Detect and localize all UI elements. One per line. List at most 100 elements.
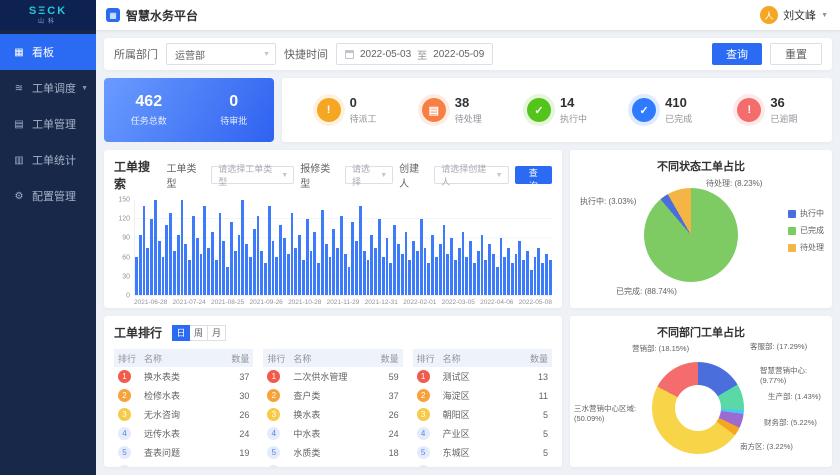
ranking-tab-月[interactable]: 月 [208,325,226,341]
sidebar-item-workorder-stats[interactable]: ▥ 工单统计 [0,142,96,178]
trend-bar [260,251,263,295]
legend-item: 已完成 [788,225,824,236]
trend-bar [401,254,404,295]
ranking-title: 工单排行 [114,324,162,341]
bottom-row: 工单排行 日周月 排行名称数量1换水表类372检修水表303无水咨询264远传水… [104,316,832,467]
donut-label: 营销部: (18.15%) [632,344,689,354]
x-tick: 2021-06-28 [134,299,167,306]
ranking-tab-日[interactable]: 日 [172,325,190,341]
dispatch-icon: ≋ [13,83,25,94]
ranking-table-header: 排行名称数量 [263,349,402,367]
sidebar-item-label: 工单管理 [32,116,76,132]
trend-bar [207,248,210,296]
trend-bar [177,235,180,295]
reset-button[interactable]: 重置 [770,43,822,65]
dept-select[interactable]: 运营部 ▼ [166,43,276,65]
sidebar-item-dispatch[interactable]: ≋ 工单调度 ▼ [0,70,96,106]
rank-name: 查表问题 [144,446,225,459]
sidebar-item-dashboard[interactable]: ▦ 看板 [0,34,96,70]
rank-name: 提升泵站 [293,465,374,467]
ranking-table: 排行名称数量1换水表类372检修水表303无水咨询264远传水表245查表问题1… [114,349,253,467]
task-total: 462 任务总数 [131,93,167,127]
pie-label-running: 执行中: (3.03%) [580,196,636,207]
rank-name: 中水表 [293,427,374,440]
trend-bar [431,235,434,295]
creator-select[interactable]: 请选择创建人 ▼ [434,166,508,184]
filter-bar: 所属部门 运营部 ▼ 快捷时间 2022-05-03 至 2022-05-09 … [104,38,832,70]
trend-bar [222,241,225,295]
trend-bar [150,219,153,295]
rank-count: 59 [375,372,399,382]
overdue-icon: ! [737,98,761,122]
ranking-row: 5查表问题19 [114,443,253,462]
trend-bar [397,244,400,295]
legend-label: 待处理 [800,242,824,253]
trend-bar [503,257,506,295]
sidebar-item-config[interactable]: ⚙ 配置管理 [0,178,96,214]
trend-search-button[interactable]: 查询 [515,166,552,184]
search-button[interactable]: 查询 [712,43,762,65]
app-title-area: ▦ 智慧水务平台 [106,0,198,30]
task-total-label: 任务总数 [131,114,167,127]
user-menu[interactable]: 人 刘文峰 ▼ [760,0,828,30]
repair-type-select[interactable]: 请选择 ▼ [345,166,393,184]
trend-bar [454,260,457,295]
y-tick: 150 [118,197,130,204]
ranking-row: 5东城区5 [413,443,552,462]
date-range-picker[interactable]: 2022-05-03 至 2022-05-09 [336,43,493,65]
y-tick: 90 [122,235,130,242]
select-placeholder: 请选择工单类型 [218,162,279,188]
trend-bar [188,260,191,295]
rank-count: 26 [375,410,399,420]
trend-bar [279,225,282,295]
trend-bar [462,232,465,295]
sidebar-item-label: 看板 [32,44,54,60]
logo-subtext: 山科 [38,19,58,25]
trend-bar [500,238,503,295]
workorder-type-label: 工单类型 [167,160,206,190]
ranking-tab-周[interactable]: 周 [190,325,208,341]
running-icon: ✓ [527,98,551,122]
trend-bar [173,251,176,295]
sidebar-item-workorder-manage[interactable]: ▤ 工单管理 [0,106,96,142]
task-total-value: 462 [131,93,167,111]
dept-donut-title: 不同部门工单占比 [578,324,824,340]
brand-logo: SΞCK 山科 [0,0,96,30]
stat-label: 执行中 [560,112,587,125]
rank-badge: 3 [118,408,131,421]
status-pie-card: 不同状态工单占比 执行中: (3.03%) 待处理: (8.23%) 已完成: … [570,150,832,308]
x-tick: 2021-09-26 [250,299,283,306]
trend-bar [203,206,206,295]
trend-bar [363,251,366,295]
trend-bar [317,263,320,295]
rank-badge: 4 [118,427,131,440]
trend-bar [192,216,195,295]
x-tick: 2022-02-01 [403,299,436,306]
y-tick: 120 [118,216,130,223]
time-filter-label: 快捷时间 [284,46,328,62]
rank-count: 18 [375,448,399,458]
trend-bar [211,232,214,295]
ranking-row: 1二次供水管理59 [263,367,402,386]
sidebar-item-label: 工单调度 [32,80,76,96]
trend-bar [226,267,229,296]
workorder-type-select[interactable]: 请选择工单类型 ▼ [211,166,294,184]
rank-badge: 1 [118,370,131,383]
trend-bar [348,267,351,296]
stat-overdue: ! 36 已逾期 [737,95,797,125]
app-icon: ▦ [106,8,120,22]
trend-y-axis: 0306090120150 [114,200,134,296]
column-header: 数量 [375,352,399,365]
trend-bar [272,241,275,295]
trend-bars [134,200,552,296]
stats-icon: ▥ [13,155,25,166]
done-icon: ✓ [632,98,656,122]
repair-type-label: 报修类型 [300,160,339,190]
y-tick: 30 [122,273,130,280]
rank-count: 19 [225,448,249,458]
legend-item: 待处理 [788,242,824,253]
rank-count: 24 [225,429,249,439]
rank-badge: 2 [417,389,430,402]
sidebar-item-label: 配置管理 [32,188,76,204]
stat-todo: ▤ 38 待处理 [422,95,482,125]
